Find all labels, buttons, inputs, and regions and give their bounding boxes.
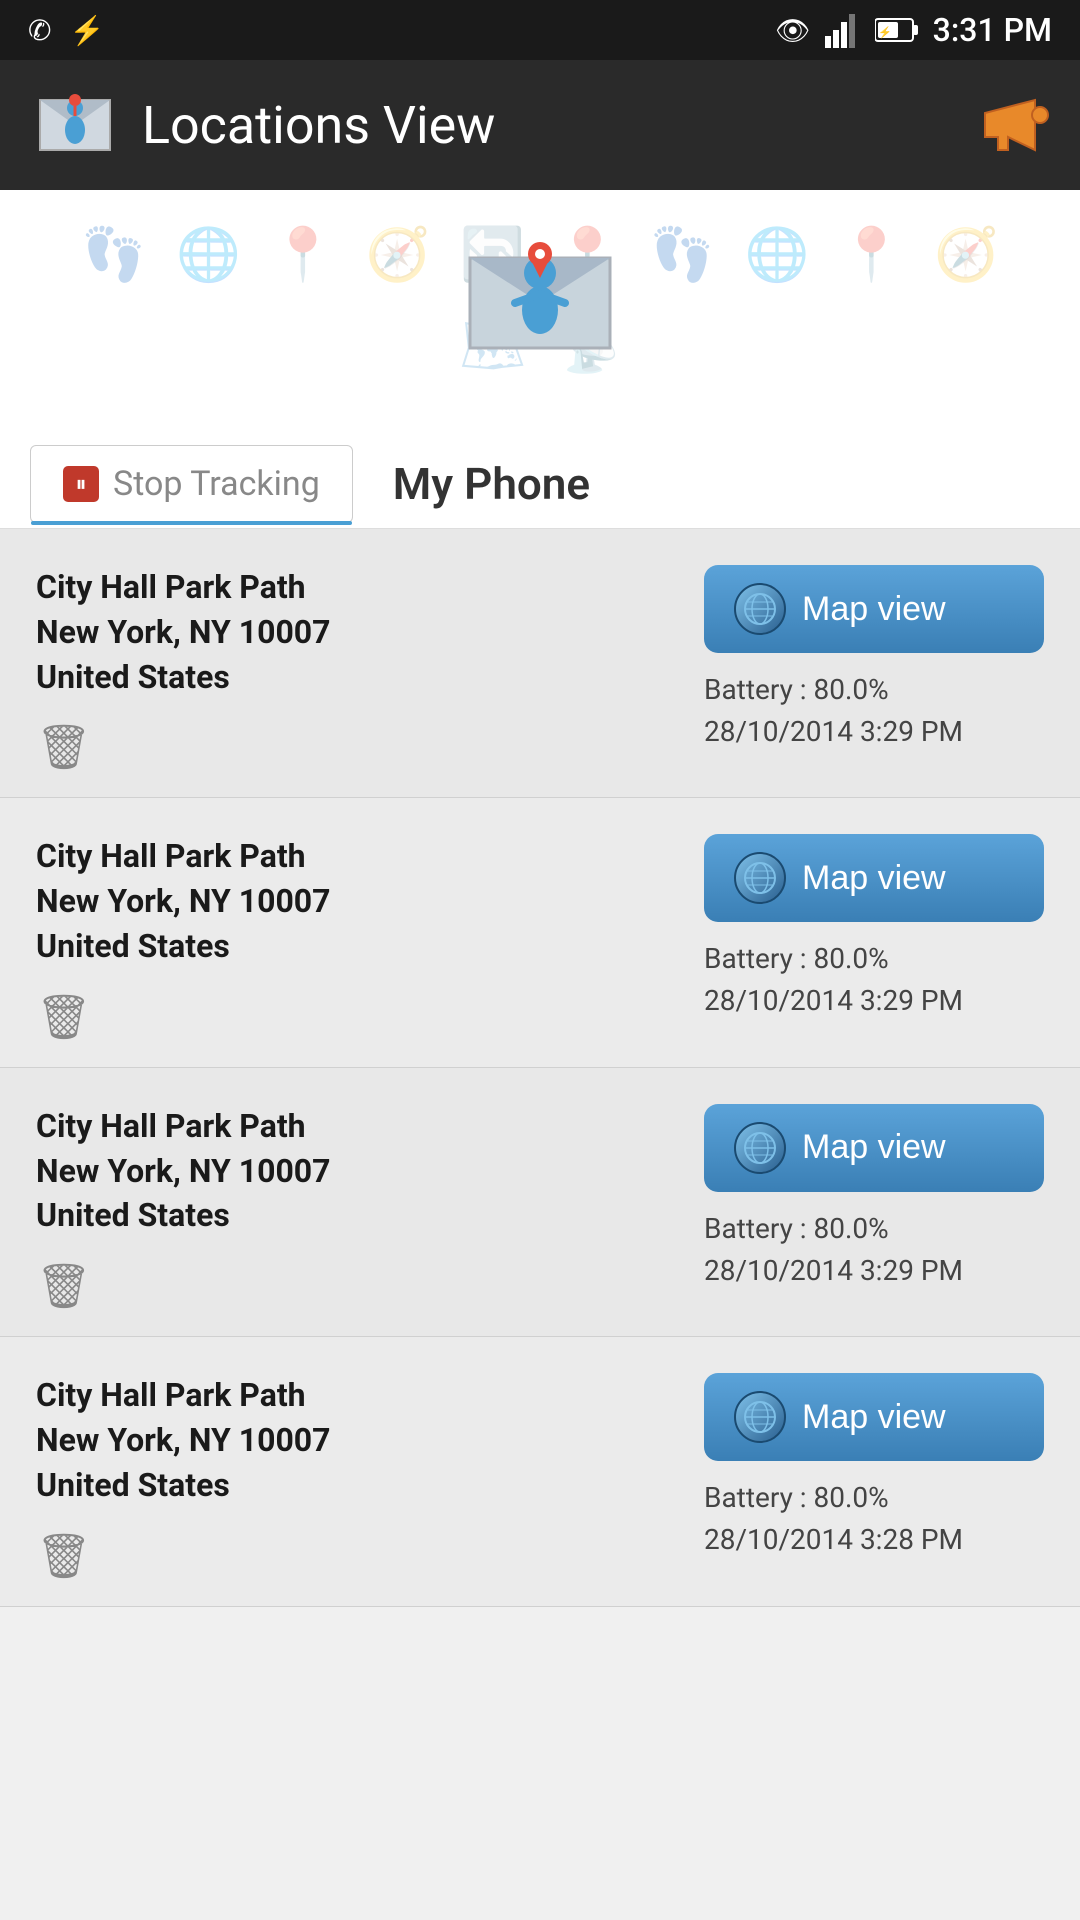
- bg-icon-10: 🧭: [934, 224, 999, 285]
- app-bar: Locations View: [0, 60, 1080, 190]
- map-btn-icon-2: [734, 1122, 786, 1174]
- map-btn-icon-3: [734, 1391, 786, 1443]
- status-time: 3:31 PM: [933, 11, 1052, 49]
- location-item: City Hall Park PathNew York, NY 10007Uni…: [0, 1068, 1080, 1337]
- svg-text:⚡: ⚡: [878, 26, 892, 39]
- app-bar-left: Locations View: [30, 80, 495, 170]
- app-bar-title: Locations View: [142, 95, 495, 156]
- missed-call-icon: ✆: [28, 14, 51, 47]
- location-left-2: City Hall Park PathNew York, NY 10007Uni…: [36, 1104, 674, 1312]
- location-item: City Hall Park PathNew York, NY 10007Uni…: [0, 529, 1080, 798]
- status-bar-left: ✆ ⚡: [28, 14, 104, 47]
- bg-icon-9: 📍: [839, 224, 904, 285]
- location-right-1: Map view Battery : 80.0%28/10/2014 3:29 …: [704, 834, 1044, 1022]
- map-view-label-2: Map view: [802, 1128, 946, 1167]
- stop-tracking-label: Stop Tracking: [113, 464, 320, 504]
- trash-icon-1[interactable]: 🗑: [36, 991, 92, 1043]
- location-right-0: Map view Battery : 80.0%28/10/2014 3:29 …: [704, 565, 1044, 753]
- status-bar-right: 👁 ⚡ 3:31 PM: [775, 11, 1052, 49]
- bg-icon-4: 🧭: [366, 224, 431, 285]
- location-left-3: City Hall Park PathNew York, NY 10007Uni…: [36, 1373, 674, 1581]
- hero-center-logo: [460, 218, 620, 382]
- location-right-3: Map view Battery : 80.0%28/10/2014 3:28 …: [704, 1373, 1044, 1561]
- trash-icon-0[interactable]: 🗑: [36, 721, 92, 773]
- map-view-label-0: Map view: [802, 590, 946, 629]
- location-meta-1: Battery : 80.0%28/10/2014 3:29 PM: [704, 938, 963, 1022]
- trash-icon-2[interactable]: 🗑: [36, 1260, 92, 1312]
- map-btn-icon-0: [734, 583, 786, 635]
- map-view-button-3[interactable]: Map view: [704, 1373, 1044, 1461]
- location-right-2: Map view Battery : 80.0%28/10/2014 3:29 …: [704, 1104, 1044, 1292]
- location-item: City Hall Park PathNew York, NY 10007Uni…: [0, 798, 1080, 1067]
- notification-icon[interactable]: [970, 85, 1050, 165]
- location-left-0: City Hall Park PathNew York, NY 10007Uni…: [36, 565, 674, 773]
- location-item: City Hall Park PathNew York, NY 10007Uni…: [0, 1337, 1080, 1606]
- battery-icon: ⚡: [875, 16, 919, 44]
- usb-icon: ⚡: [69, 14, 104, 47]
- map-view-button-0[interactable]: Map view: [704, 565, 1044, 653]
- signal-icon: [825, 12, 861, 48]
- hero-banner: 👣 🌐 📍 🧭 🔄 📍 👣 🌐 📍 🧭 🗺 📡: [0, 190, 1080, 410]
- bg-icon-7: 👣: [650, 224, 715, 285]
- location-left-1: City Hall Park PathNew York, NY 10007Uni…: [36, 834, 674, 1042]
- map-btn-icon-1: [734, 852, 786, 904]
- map-view-button-2[interactable]: Map view: [704, 1104, 1044, 1192]
- location-list: City Hall Park PathNew York, NY 10007Uni…: [0, 529, 1080, 1607]
- bg-icon-8: 🌐: [745, 224, 810, 285]
- tab-my-phone[interactable]: My Phone: [353, 440, 630, 528]
- app-logo: [30, 80, 120, 170]
- location-address-3: City Hall Park PathNew York, NY 10007Uni…: [36, 1373, 674, 1507]
- trash-icon-3[interactable]: 🗑: [36, 1530, 92, 1582]
- bg-icon-1: 👣: [81, 224, 146, 285]
- location-address-1: City Hall Park PathNew York, NY 10007Uni…: [36, 834, 674, 968]
- bg-icon-3: 📍: [271, 224, 336, 285]
- map-view-label-1: Map view: [802, 859, 946, 898]
- location-address-2: City Hall Park PathNew York, NY 10007Uni…: [36, 1104, 674, 1238]
- status-bar: ✆ ⚡ 👁 ⚡ 3:31 PM: [0, 0, 1080, 60]
- location-meta-3: Battery : 80.0%28/10/2014 3:28 PM: [704, 1477, 963, 1561]
- tab-stop-tracking[interactable]: Stop Tracking: [30, 445, 353, 523]
- location-meta-0: Battery : 80.0%28/10/2014 3:29 PM: [704, 669, 963, 753]
- pause-icon: [63, 466, 99, 502]
- eye-icon: 👁: [775, 14, 811, 47]
- bg-icon-2: 🌐: [176, 224, 241, 285]
- tabs-section: Stop Tracking My Phone: [0, 410, 1080, 529]
- map-view-button-1[interactable]: Map view: [704, 834, 1044, 922]
- map-view-label-3: Map view: [802, 1398, 946, 1437]
- location-address-0: City Hall Park PathNew York, NY 10007Uni…: [36, 565, 674, 699]
- location-meta-2: Battery : 80.0%28/10/2014 3:29 PM: [704, 1208, 963, 1292]
